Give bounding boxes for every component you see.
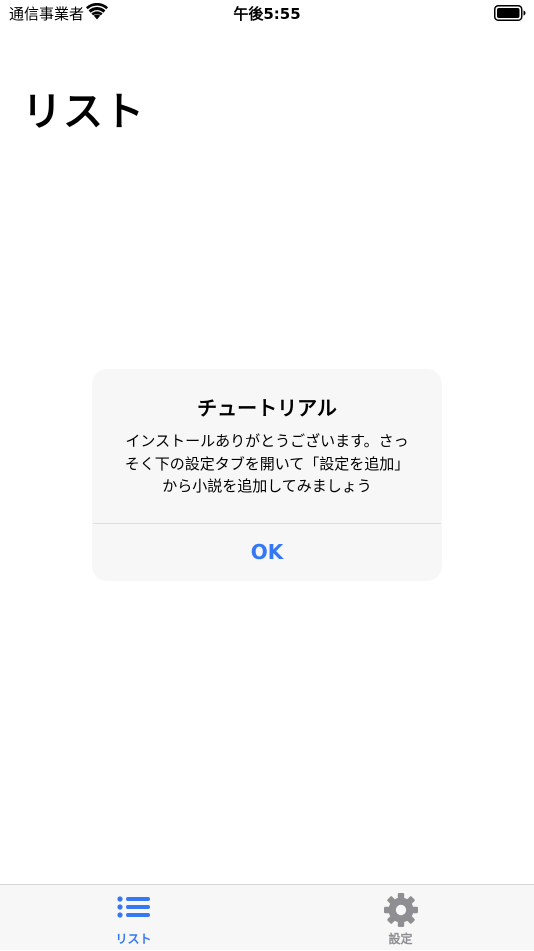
list-icon <box>116 896 150 918</box>
alert-message-line: から小説を追加してみましょう <box>162 477 372 495</box>
tutorial-alert: チュートリアル インストールありがとうございます。さっ そく下の設定タブを開いて… <box>93 370 441 580</box>
tab-bar: リスト 設定 <box>0 884 534 950</box>
alert-message: インストールありがとうございます。さっ そく下の設定タブを開いて「設定を追加」 … <box>111 430 423 498</box>
tab-list-label: リスト <box>115 932 152 946</box>
gear-icon <box>383 893 418 927</box>
ok-button[interactable]: OK <box>93 524 441 580</box>
tab-settings-label: 設定 <box>388 932 413 946</box>
alert-message-line: インストールありがとうございます。さっ <box>125 432 409 450</box>
alert-title: チュートリアル <box>197 396 337 420</box>
tab-list[interactable]: リスト <box>0 885 267 951</box>
alert-message-line: そく下の設定タブを開いて「設定を追加」 <box>124 454 410 473</box>
tab-settings[interactable]: 設定 <box>267 885 534 951</box>
